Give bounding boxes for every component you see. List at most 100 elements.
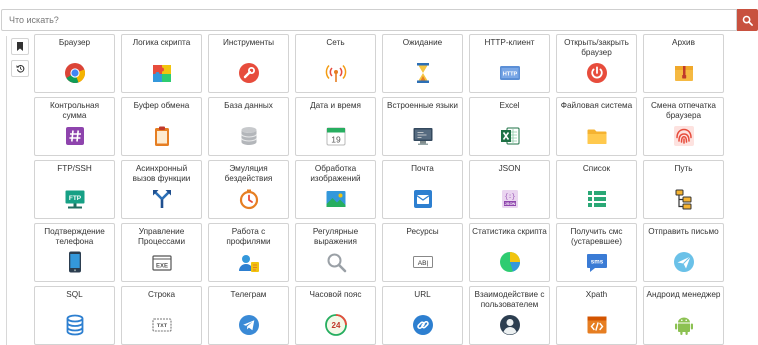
action-tile[interactable]: SQL <box>34 286 115 345</box>
tile-label: HTTP-клиент <box>484 38 535 47</box>
svg-text:EXE: EXE <box>155 264 167 270</box>
tile-label: Файловая система <box>560 101 633 110</box>
phone-icon <box>63 250 87 274</box>
clipboard-icon <box>150 124 174 148</box>
action-tile[interactable]: Сеть <box>295 34 376 93</box>
tile-label: База данных <box>224 101 273 110</box>
tile-label: Телеграм <box>230 290 267 299</box>
code-icon <box>585 313 609 337</box>
tile-label: JSON <box>498 164 521 173</box>
tile-label: Часовой пояс <box>309 290 362 299</box>
action-tile[interactable]: Работа с профилями <box>208 223 289 282</box>
exe-icon: EXE <box>150 250 174 274</box>
android-icon <box>672 313 696 337</box>
tile-label: Список <box>582 164 611 173</box>
action-tile[interactable]: Андроид менеджер <box>643 286 724 345</box>
action-tile[interactable]: Путь <box>643 160 724 219</box>
excel-icon <box>498 124 522 148</box>
action-tile[interactable]: FTP/SSH FTP <box>34 160 115 219</box>
action-tile[interactable]: HTTP-клиент HTTP <box>469 34 550 93</box>
hourglass-icon <box>411 61 435 85</box>
action-tile[interactable]: Смена отпечатка браузера <box>643 97 724 156</box>
action-tile[interactable]: Управление Процессами EXE <box>121 223 202 282</box>
tile-label: SQL <box>66 290 83 299</box>
action-tile[interactable]: Часовой пояс 24 <box>295 286 376 345</box>
tile-label: Регулярные выражения <box>312 227 359 246</box>
timer-icon <box>237 187 261 211</box>
action-tile[interactable]: Отправить письмо <box>643 223 724 282</box>
action-tile[interactable]: Ресурсы AB| <box>382 223 463 282</box>
tile-label: Браузер <box>58 38 91 47</box>
action-tile[interactable]: Обработка изображений <box>295 160 376 219</box>
action-tile[interactable]: Регулярные выражения <box>295 223 376 282</box>
svg-text:AB|: AB| <box>417 260 428 267</box>
action-tile[interactable]: Почта <box>382 160 463 219</box>
tile-label: Архив <box>672 38 695 47</box>
svg-text:{:}: {:} <box>504 193 515 200</box>
action-tile[interactable]: Строка TXT <box>121 286 202 345</box>
tile-label: Контрольная сумма <box>49 101 100 120</box>
action-tile[interactable]: Excel <box>469 97 550 156</box>
tile-label: Xpath <box>585 290 608 299</box>
action-tile[interactable]: URL <box>382 286 463 345</box>
profile-icon <box>237 250 261 274</box>
tile-label: Подтверждение телефона <box>44 227 105 246</box>
left-divider <box>6 36 7 345</box>
tile-label: URL <box>414 290 431 299</box>
action-tile[interactable]: Дата и время 19 <box>295 97 376 156</box>
tile-label: Открыть/закрыть браузер <box>564 38 629 57</box>
action-tile[interactable]: Получить смс (устаревшее) sms <box>556 223 637 282</box>
action-tile[interactable]: Ожидание <box>382 34 463 93</box>
action-tile[interactable]: Логика скрипта <box>121 34 202 93</box>
fingerprint-icon <box>672 124 696 148</box>
action-tile[interactable]: Файловая система <box>556 97 637 156</box>
search-input[interactable] <box>1 9 737 31</box>
text-icon: TXT <box>150 313 174 337</box>
tile-label: Excel <box>499 101 520 110</box>
tile-label: FTP/SSH <box>57 164 92 173</box>
timezone-icon: 24 <box>324 313 348 337</box>
action-tile[interactable]: Встроенные языки <box>382 97 463 156</box>
action-tile[interactable]: Контрольная сумма <box>34 97 115 156</box>
svg-text:24: 24 <box>331 321 340 330</box>
svg-text:JSON: JSON <box>504 201 515 206</box>
action-tile[interactable]: Список <box>556 160 637 219</box>
folder-icon <box>585 124 609 148</box>
action-tile[interactable]: Телеграм <box>208 286 289 345</box>
bookmark-button[interactable] <box>11 38 29 55</box>
action-tile[interactable]: База данных <box>208 97 289 156</box>
action-tile[interactable]: JSON {:} JSON <box>469 160 550 219</box>
action-tile[interactable]: Браузер <box>34 34 115 93</box>
action-tile[interactable]: Инструменты <box>208 34 289 93</box>
action-tile[interactable]: Взаимодействие с пользователем <box>469 286 550 345</box>
chrome-icon <box>63 61 87 85</box>
action-tile[interactable]: Подтверждение телефона <box>34 223 115 282</box>
antenna-icon <box>324 61 348 85</box>
action-tile[interactable]: Открыть/закрыть браузер <box>556 34 637 93</box>
tile-label: Статистика скрипта <box>472 227 547 236</box>
history-button[interactable] <box>11 60 29 77</box>
sms-icon: sms <box>585 250 609 274</box>
action-tile[interactable]: Буфер обмена <box>121 97 202 156</box>
send-mail-icon <box>672 250 696 274</box>
path-icon <box>672 187 696 211</box>
tile-label: Ресурсы <box>406 227 439 236</box>
user-icon <box>498 313 522 337</box>
tile-label: Буфер обмена <box>133 101 190 110</box>
action-tile[interactable]: Xpath <box>556 286 637 345</box>
puzzle-icon <box>150 61 174 85</box>
tile-label: Встроенные языки <box>387 101 458 110</box>
search-button[interactable] <box>737 9 758 31</box>
tile-label: Ожидание <box>402 38 443 47</box>
action-tile[interactable]: Асинхронный вызов функции <box>121 160 202 219</box>
svg-text:sms: sms <box>590 258 603 265</box>
action-tile[interactable]: Архив <box>643 34 724 93</box>
sql-database-icon <box>63 313 87 337</box>
action-tile[interactable]: Статистика скрипта <box>469 223 550 282</box>
tile-label: Получить смс (устаревшее) <box>570 227 623 246</box>
tile-label: Строка <box>147 290 176 299</box>
tile-label: Инструменты <box>222 38 275 47</box>
tile-label: Работа с профилями <box>226 227 271 246</box>
action-tile[interactable]: Эмуляция бездействия <box>208 160 289 219</box>
wrench-icon <box>237 61 261 85</box>
